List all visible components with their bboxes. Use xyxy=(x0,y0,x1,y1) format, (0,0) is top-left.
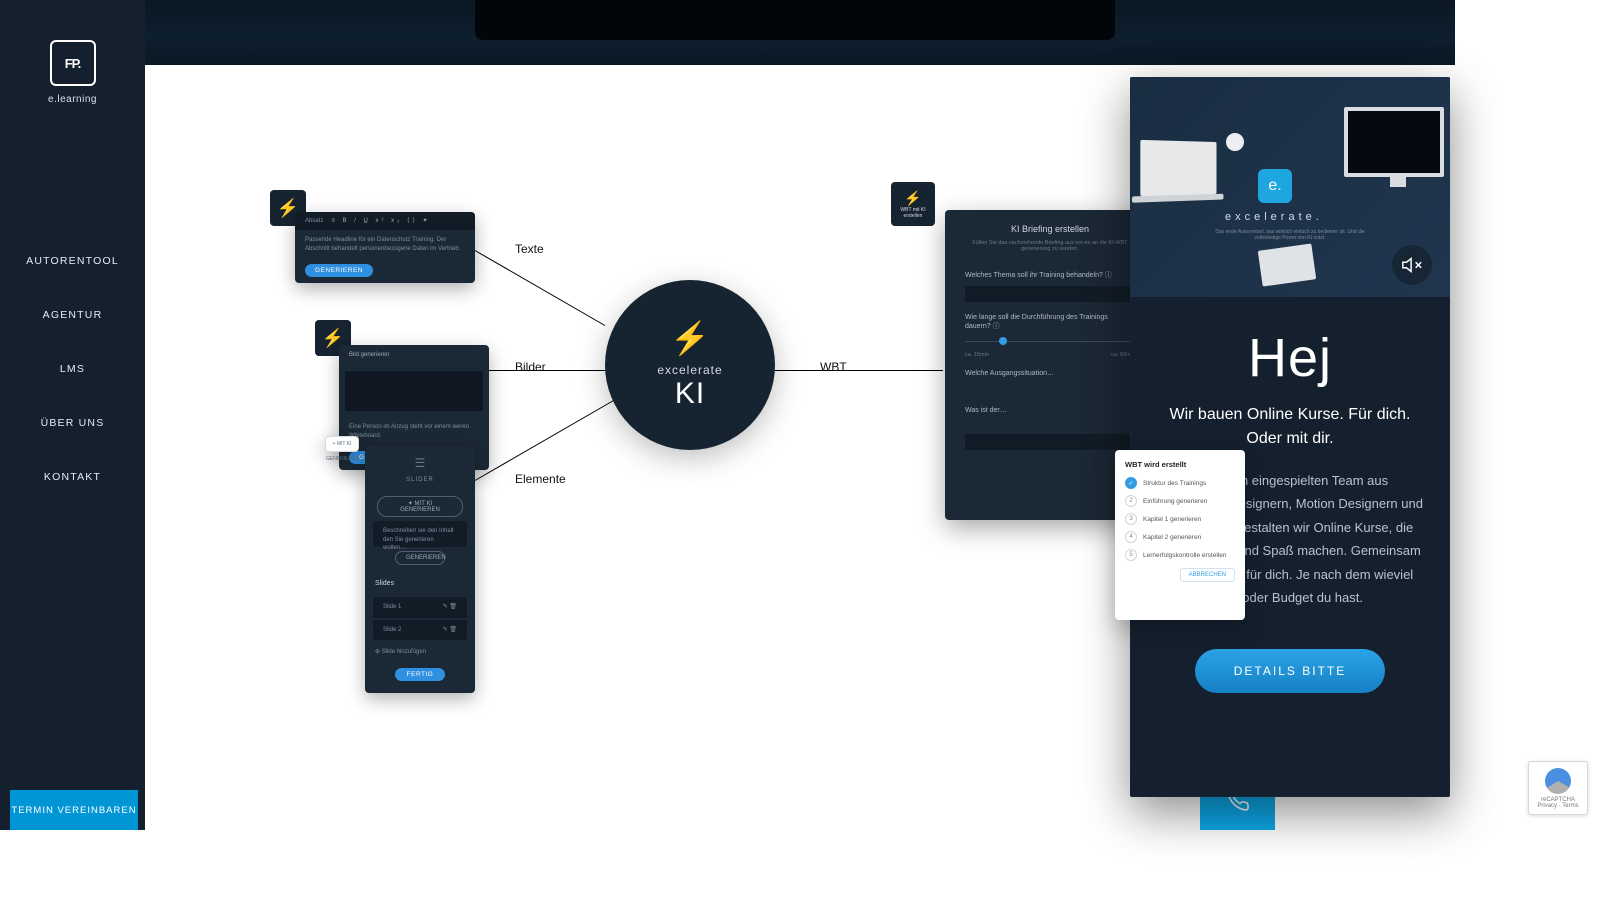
ki-hub: ⚡ excelerate KI xyxy=(605,280,775,450)
tablet-icon xyxy=(1258,243,1316,286)
elemente-card: ☰ SLIDER ✦ MIT KI GENERIEREN Beschreiben… xyxy=(365,446,475,693)
connector-line xyxy=(773,370,943,371)
hej-subtitle: Wir bauen Online Kurse. Für dich. Oder m… xyxy=(1154,403,1426,451)
monitor-icon xyxy=(1344,107,1444,177)
slides-heading: Slides xyxy=(365,573,475,595)
briefing-q3: Welche Ausgangssituation… xyxy=(965,370,1135,377)
slide-row[interactable]: Slide 2 xyxy=(383,626,401,634)
laptop-icon xyxy=(1140,140,1216,196)
termin-button[interactable]: TERMIN VEREINBAREN xyxy=(10,790,138,830)
brand-sub: e.learning xyxy=(48,94,97,105)
sidebar: FP. e.learning AUTORENTOOL AGENTUR LMS Ü… xyxy=(0,0,145,830)
step-label: Struktur des Trainings xyxy=(1143,480,1206,487)
spoke-texte: Texte xyxy=(515,242,544,256)
nav-agentur[interactable]: AGENTUR xyxy=(43,309,103,321)
edit-icon[interactable]: ✎ 🗑 xyxy=(443,603,457,611)
recaptcha-terms: Privacy · Terms xyxy=(1537,803,1578,809)
generate-button[interactable]: GENERIEREN xyxy=(305,264,373,277)
toolbar-icons: ≡ B / U̲ x² x₂ ⟨⟩ ✦ xyxy=(331,217,430,225)
ki-diagram: ⚡ excelerate KI Texte Bilder Elemente WB… xyxy=(205,150,1155,720)
briefing-input-content[interactable] xyxy=(965,434,1135,450)
spoke-bilder: Bilder xyxy=(515,360,546,374)
connector-line xyxy=(475,400,614,481)
nav-lms[interactable]: LMS xyxy=(60,363,85,375)
bolt-icon: ⚡ xyxy=(670,319,710,357)
excelerate-tagline: Das erste Autorentool, das wirklich einf… xyxy=(1210,229,1370,241)
excelerate-brand: excelerate. xyxy=(1225,211,1323,223)
step-label: Lernerfolgskontrolle erstellen xyxy=(1143,552,1226,559)
step-icon: ✓ xyxy=(1125,477,1137,489)
texte-body: Passende Headline für ein Datenschutz Tr… xyxy=(295,230,475,259)
step-label: Kapitel 2 generieren xyxy=(1143,534,1201,541)
spoke-elemente: Elemente xyxy=(515,472,566,486)
slider-title: SLIDER xyxy=(365,470,475,490)
hub-title: KI xyxy=(675,377,705,411)
briefing-input-topic[interactable] xyxy=(965,286,1135,302)
mute-button[interactable] xyxy=(1392,245,1432,285)
elemente-placeholder[interactable]: Beschreiben sie den Inhalt den Sie gener… xyxy=(373,521,467,547)
details-button[interactable]: DETAILS BITTE xyxy=(1195,649,1385,693)
recaptcha-icon xyxy=(1545,768,1571,794)
nav-ueber-uns[interactable]: ÜBER UNS xyxy=(41,417,105,429)
wbt-popup-title: WBT wird erstellt xyxy=(1125,460,1235,469)
ki-chip[interactable]: + MIT KI GENERIEREN xyxy=(325,436,359,452)
bilder-title: Bild generieren xyxy=(339,345,489,365)
slider-icon: ☰ xyxy=(365,456,475,470)
step-label: Einführung generieren xyxy=(1143,498,1207,505)
step-icon: 5 xyxy=(1125,549,1137,561)
brand-logo: FP. xyxy=(50,40,96,86)
main-nav: AUTORENTOOL AGENTUR LMS ÜBER UNS KONTAKT xyxy=(26,255,119,483)
wbt-progress-popup: WBT wird erstellt ✓ Struktur des Training… xyxy=(1115,450,1245,620)
connector-line xyxy=(475,250,605,326)
hej-title: Hej xyxy=(1130,327,1450,389)
tab-absatz[interactable]: Absatz xyxy=(305,217,323,225)
hej-card: e. excelerate. Das erste Autorentool, da… xyxy=(1130,77,1450,797)
slider-thumb[interactable] xyxy=(999,337,1007,345)
generate-button[interactable]: GENERIEREN xyxy=(395,551,445,565)
briefing-panel: KI Briefing erstellen Füllen Sie das nac… xyxy=(945,210,1155,520)
briefing-q1: Welches Thema soll ihr Training behandel… xyxy=(965,270,1135,280)
slide-row[interactable]: Slide 1 xyxy=(383,603,401,611)
range-min: ca. 15min xyxy=(965,352,989,358)
done-button[interactable]: FERTIG xyxy=(395,668,445,681)
edit-icon[interactable]: ✎ 🗑 xyxy=(443,626,457,634)
step-icon: 3 xyxy=(1125,513,1137,525)
bilder-body: Eine Person im Anzug steht vor einem lee… xyxy=(339,417,489,446)
briefing-q4: Was ist der… xyxy=(965,407,1135,414)
briefing-q2: Wie lange soll die Durchführung des Trai… xyxy=(965,314,1135,331)
hero-bezel xyxy=(145,0,1455,65)
hub-brand: excelerate xyxy=(657,363,722,377)
texte-card: Absatz ≡ B / U̲ x² x₂ ⟨⟩ ✦ Passende Head… xyxy=(295,212,475,283)
nav-kontakt[interactable]: KONTAKT xyxy=(44,471,101,483)
step-icon: 2 xyxy=(1125,495,1137,507)
step-icon: 4 xyxy=(1125,531,1137,543)
image-placeholder xyxy=(345,371,483,411)
add-slide[interactable]: ⊕ Slide hinzufügen xyxy=(365,642,475,662)
recaptcha-badge[interactable]: reCAPTCHA Privacy · Terms xyxy=(1528,761,1588,815)
wbt-tag: ⚡ WBT mit KI erstellen xyxy=(891,182,935,226)
abort-button[interactable]: ABBRECHEN xyxy=(1180,568,1235,582)
excelerate-logo-icon: e. xyxy=(1258,169,1292,203)
nav-autorentool[interactable]: AUTORENTOOL xyxy=(26,255,119,267)
briefing-title: KI Briefing erstellen xyxy=(965,224,1135,234)
ki-generate-chip[interactable]: ✦ MIT KI GENERIEREN xyxy=(377,496,463,517)
step-label: Kapitel 1 generieren xyxy=(1143,516,1201,523)
briefing-sub: Füllen Sie das nachstehende Briefing aus… xyxy=(965,240,1135,252)
mug-icon xyxy=(1226,133,1244,151)
spoke-wbt: WBT xyxy=(820,360,847,374)
duration-slider[interactable] xyxy=(965,341,1135,342)
